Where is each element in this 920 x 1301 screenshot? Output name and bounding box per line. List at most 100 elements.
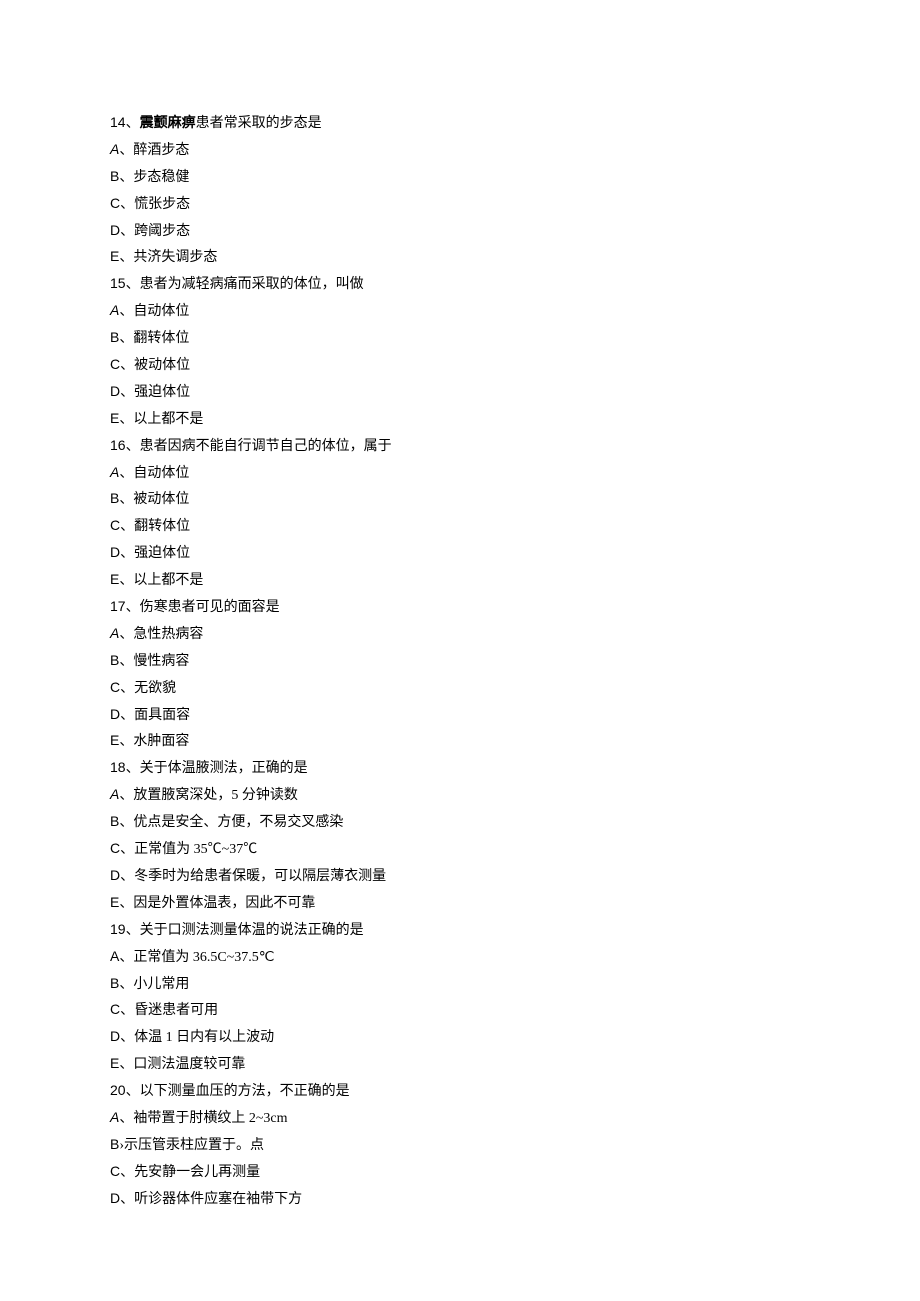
option-label: B: [110, 975, 119, 991]
option-line: D、体温 1 日内有以上波动: [110, 1024, 800, 1051]
option-text: 优点是安全、方便，不易交叉感染: [133, 815, 343, 830]
option-label: D: [110, 867, 120, 883]
option-label: A: [110, 948, 119, 964]
option-line: C、昏迷患者可用: [110, 997, 800, 1024]
option-label: D: [110, 1028, 120, 1044]
option-line: E、以上都不是: [110, 406, 800, 433]
question-stem: 20、以下测量血压的方法，不正确的是: [110, 1078, 800, 1105]
option-label: B: [110, 1136, 119, 1152]
option-label: E: [110, 571, 119, 587]
option-label: E: [110, 1055, 119, 1071]
option-text: 慢性病容: [133, 654, 189, 669]
question-stem: 19、关于口测法测量体温的说法正确的是: [110, 917, 800, 944]
stem-text: 患者常采取的步态是: [196, 116, 322, 131]
option-text: 被动体位: [134, 358, 190, 373]
option-label: A: [110, 625, 119, 641]
option-line: C、翻转体位: [110, 513, 800, 540]
option-text: 被动体位: [133, 492, 189, 507]
option-text: 跨阈步态: [134, 224, 190, 239]
question-number: 20: [110, 1082, 126, 1098]
question-number: 14: [110, 114, 126, 130]
option-text: 共济失调步态: [133, 250, 217, 265]
question-number: 17: [110, 598, 126, 614]
stem-text: 患者为减轻病痛而采取的体位，叫做: [140, 277, 364, 292]
option-label: B: [110, 168, 119, 184]
option-text: 无欲貌: [134, 681, 176, 696]
stem-text: 患者因病不能自行调节自己的体位，属于: [140, 439, 392, 454]
option-text: 面具面容: [134, 708, 190, 723]
option-label: C: [110, 840, 120, 856]
option-line: D、强迫体位: [110, 540, 800, 567]
option-text: 强迫体位: [134, 546, 190, 561]
option-line: B、翻转体位: [110, 325, 800, 352]
option-text: 听诊器体件应塞在袖带下方: [134, 1192, 302, 1207]
option-label: C: [110, 679, 120, 695]
question-stem: 16、患者因病不能自行调节自己的体位，属于: [110, 433, 800, 460]
option-line: C、正常值为 35℃~37℃: [110, 836, 800, 863]
option-line: E、以上都不是: [110, 567, 800, 594]
question-number: 18: [110, 759, 126, 775]
question-number: 16: [110, 437, 126, 453]
option-line: B›示压管汞柱应置于。点: [110, 1132, 800, 1159]
option-line: A、正常值为 36.5C~37.5℃: [110, 944, 800, 971]
option-line: A、自动体位: [110, 298, 800, 325]
option-line: C、被动体位: [110, 352, 800, 379]
option-label: C: [110, 517, 120, 533]
option-line: A、放置腋窝深处，5 分钟读数: [110, 782, 800, 809]
option-line: B、优点是安全、方便，不易交叉感染: [110, 809, 800, 836]
option-text: 小儿常用: [133, 977, 189, 992]
option-text: 以上都不是: [133, 412, 203, 427]
option-label: C: [110, 356, 120, 372]
option-text: 慌张步态: [134, 197, 190, 212]
question-stem: 17、伤寒患者可见的面容是: [110, 594, 800, 621]
option-label: E: [110, 894, 119, 910]
option-line: E、共济失调步态: [110, 244, 800, 271]
option-text: 自动体位: [133, 304, 189, 319]
option-line: D、强迫体位: [110, 379, 800, 406]
option-label: E: [110, 410, 119, 426]
option-label: D: [110, 1190, 120, 1206]
option-text: 正常值为 35℃~37℃: [134, 842, 257, 857]
option-text: 强迫体位: [134, 385, 190, 400]
option-label: D: [110, 706, 120, 722]
option-label: C: [110, 1001, 120, 1017]
option-text: 正常值为 36.5C~37.5℃: [133, 950, 274, 965]
option-text: 冬季时为给患者保暖，可以隔层薄衣测量: [134, 869, 386, 884]
option-line: D、听诊器体件应塞在袖带下方: [110, 1186, 800, 1213]
option-text: 因是外置体温表，因此不可靠: [133, 896, 315, 911]
option-text: 水肿面容: [133, 734, 189, 749]
option-label: C: [110, 195, 120, 211]
stem-emphasis: 震颤麻痹: [140, 116, 196, 131]
option-line: D、面具面容: [110, 702, 800, 729]
option-label: D: [110, 222, 120, 238]
option-line: E、水肿面容: [110, 728, 800, 755]
option-text: 自动体位: [133, 466, 189, 481]
option-line: C、先安静一会儿再测量: [110, 1159, 800, 1186]
option-text: 体温 1 日内有以上波动: [134, 1030, 274, 1045]
stem-text: 关于口测法测量体温的说法正确的是: [140, 923, 364, 938]
option-line: D、冬季时为给患者保暖，可以隔层薄衣测量: [110, 863, 800, 890]
option-line: C、慌张步态: [110, 191, 800, 218]
option-label: A: [110, 464, 119, 480]
option-line: A、醉酒步态: [110, 137, 800, 164]
option-label: A: [110, 786, 119, 802]
option-line: D、跨阈步态: [110, 218, 800, 245]
option-text: 示压管汞柱应置于。点: [124, 1138, 264, 1153]
option-label: B: [110, 490, 119, 506]
option-label: A: [110, 141, 119, 157]
option-text: 以上都不是: [133, 573, 203, 588]
question-number: 15: [110, 275, 126, 291]
option-label: D: [110, 544, 120, 560]
option-text: 急性热病容: [133, 627, 203, 642]
option-line: B、被动体位: [110, 486, 800, 513]
option-line: B、慢性病容: [110, 648, 800, 675]
option-line: A、自动体位: [110, 460, 800, 487]
document-page: 14、震颤麻痹患者常采取的步态是A、醉酒步态B、步态稳健C、慌张步态D、跨阈步态…: [0, 0, 920, 1301]
option-label: D: [110, 383, 120, 399]
question-stem: 14、震颤麻痹患者常采取的步态是: [110, 110, 800, 137]
option-text: 袖带置于肘横纹上 2~3cm: [133, 1111, 287, 1126]
option-line: B、小儿常用: [110, 971, 800, 998]
question-stem: 15、患者为减轻病痛而采取的体位，叫做: [110, 271, 800, 298]
option-text: 口测法温度较可靠: [133, 1057, 245, 1072]
option-text: 翻转体位: [133, 331, 189, 346]
